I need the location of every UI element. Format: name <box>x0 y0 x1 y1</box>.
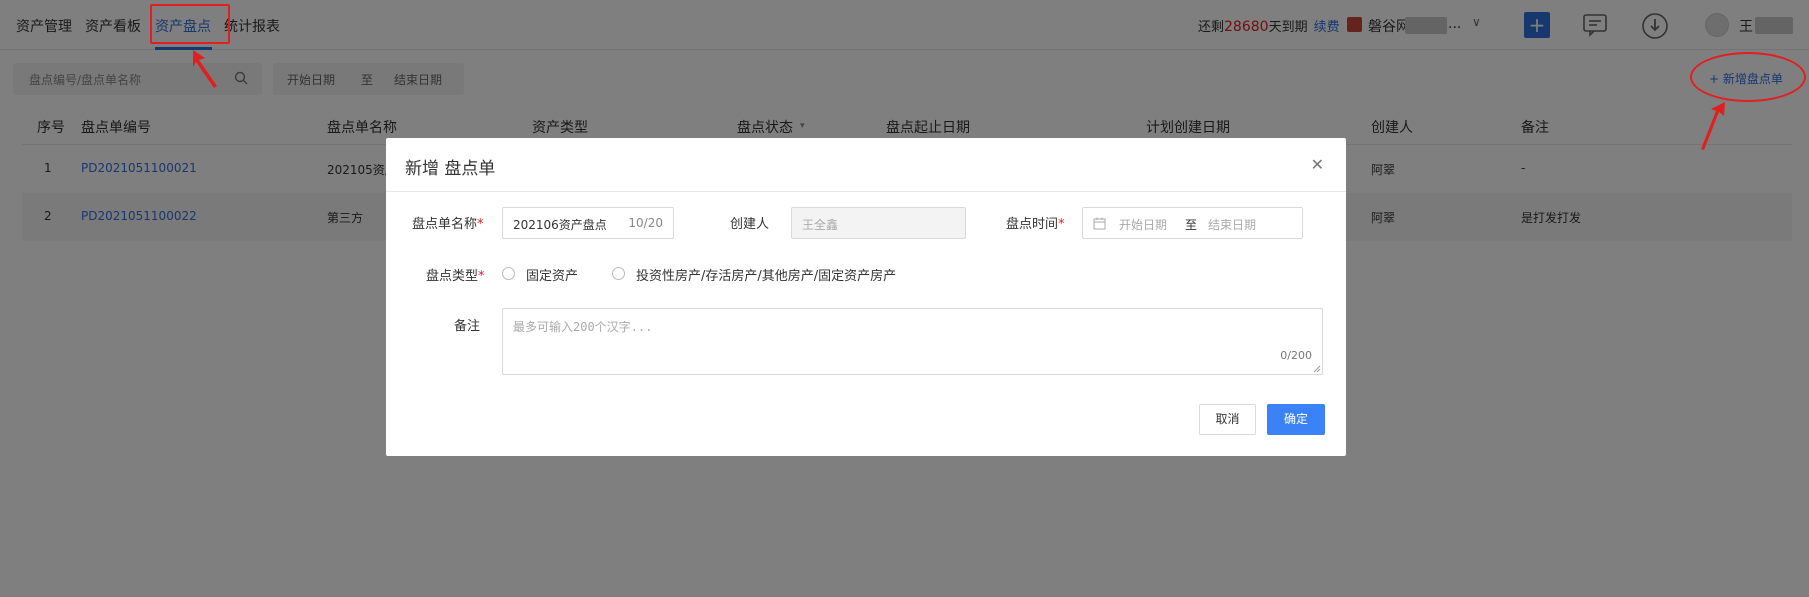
creator-value: 王全鑫 <box>802 218 839 232</box>
note-char-count: 0/200 <box>1280 349 1312 362</box>
name-value: 202106资产盘点 <box>513 218 607 232</box>
confirm-button[interactable]: 确定 <box>1267 404 1325 435</box>
radio-fixed-asset[interactable] <box>502 267 515 280</box>
note-field-label: 备注 <box>454 319 481 334</box>
type-label-text: 盘点类型 <box>426 269 479 284</box>
required-mark: * <box>1058 217 1065 232</box>
close-icon[interactable]: ✕ <box>1311 155 1324 174</box>
note-placeholder: 最多可输入200个汉字... <box>513 320 653 334</box>
add-inventory-dialog: 新增 盘点单 ✕ 盘点单名称* 202106资产盘点 10/20 创建人 王全鑫… <box>386 138 1346 456</box>
time-label-text: 盘点时间 <box>1006 217 1059 232</box>
name-label-text: 盘点单名称 <box>412 217 478 232</box>
type-field-label: 盘点类型* <box>426 265 485 284</box>
dialog-title: 新增 盘点单 <box>405 159 496 179</box>
annotation-arrow <box>193 50 217 88</box>
radio-fixed-asset-label[interactable]: 固定资产 <box>526 265 578 284</box>
name-char-count: 10/20 <box>628 216 663 230</box>
inventory-date-range[interactable]: 开始日期 至 结束日期 <box>1082 207 1303 239</box>
annotation-ellipse <box>1690 52 1806 102</box>
end-date-placeholder: 结束日期 <box>1208 218 1257 232</box>
note-textarea[interactable]: 最多可输入200个汉字... 0/200 <box>502 308 1323 375</box>
calendar-icon <box>1093 217 1106 230</box>
required-mark: * <box>478 269 485 284</box>
dialog-divider <box>386 191 1346 192</box>
creator-input: 王全鑫 <box>791 207 966 239</box>
radio-property[interactable] <box>612 267 625 280</box>
date-separator: 至 <box>1185 218 1198 232</box>
start-date-placeholder: 开始日期 <box>1119 218 1168 232</box>
name-field-label: 盘点单名称* <box>412 213 484 232</box>
annotation-box <box>150 4 230 44</box>
resize-handle-icon[interactable] <box>1313 365 1321 373</box>
inventory-name-input[interactable]: 202106资产盘点 10/20 <box>502 207 674 239</box>
cancel-button[interactable]: 取消 <box>1199 404 1256 435</box>
creator-field-label: 创建人 <box>730 217 770 232</box>
annotation-arrow <box>1701 102 1725 150</box>
time-field-label: 盘点时间* <box>1006 213 1065 232</box>
radio-property-label[interactable]: 投资性房产/存活房产/其他房产/固定资产房产 <box>636 265 896 284</box>
required-mark: * <box>477 217 484 232</box>
